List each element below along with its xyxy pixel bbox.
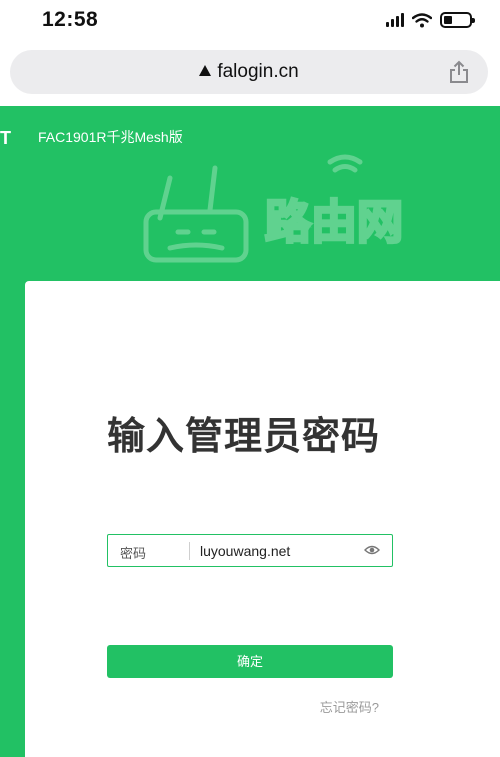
confirm-button[interactable]: 确定 <box>107 645 393 678</box>
forgot-password-link[interactable]: 忘记密码? <box>320 697 379 716</box>
page-title: 输入管理员密码 <box>107 416 381 458</box>
status-bar: 12:58 <box>0 0 500 40</box>
watermark-text: 路由网 <box>265 195 403 249</box>
password-input[interactable] <box>200 540 350 562</box>
warning-triangle-icon <box>199 65 212 76</box>
status-time: 12:58 <box>42 8 99 31</box>
url-text: falogin.cn <box>217 61 299 82</box>
field-divider <box>189 542 190 560</box>
address-bar[interactable]: falogin.cn <box>10 50 488 94</box>
share-icon[interactable] <box>448 60 470 84</box>
url-display[interactable]: falogin.cn <box>10 61 488 83</box>
eye-icon[interactable] <box>364 544 380 556</box>
router-model: FAC1901R千兆Mesh版 <box>38 129 183 145</box>
brand-logo: T <box>0 128 11 148</box>
password-label: 密码 <box>120 546 147 561</box>
wifi-icon <box>412 12 432 27</box>
password-field[interactable]: 密码 <box>107 534 393 567</box>
watermark-logo: 路由网 <box>143 154 405 263</box>
cellular-signal-icon <box>386 13 404 27</box>
login-card <box>25 281 500 757</box>
battery-icon <box>440 12 475 28</box>
status-icons <box>386 10 475 30</box>
